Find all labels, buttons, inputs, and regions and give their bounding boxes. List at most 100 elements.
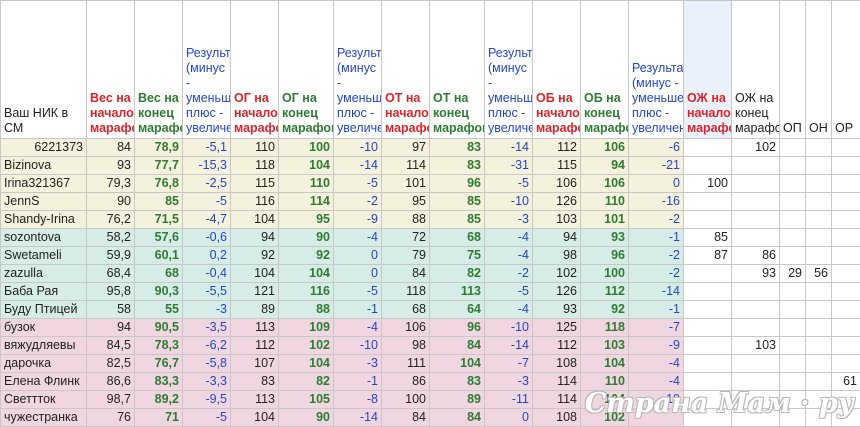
value-cell[interactable]: 95: [382, 193, 430, 211]
value-cell[interactable]: -3: [485, 211, 533, 229]
value-cell[interactable]: 55: [135, 301, 183, 319]
value-cell[interactable]: [684, 265, 732, 283]
value-cell[interactable]: [684, 319, 732, 337]
value-cell[interactable]: 104: [231, 211, 279, 229]
column-header-11[interactable]: ОБ на конец марафона: [581, 1, 629, 139]
value-cell[interactable]: [780, 283, 806, 301]
column-header-5[interactable]: ОГ на конец марафона: [279, 1, 334, 139]
value-cell[interactable]: [806, 373, 832, 391]
value-cell[interactable]: 92: [231, 247, 279, 265]
value-cell[interactable]: 92: [581, 301, 629, 319]
column-header-9[interactable]: Результат (минус - уменьшение, плюс - ув…: [485, 1, 533, 139]
value-cell[interactable]: 93: [581, 229, 629, 247]
value-cell[interactable]: 109: [279, 319, 334, 337]
value-cell[interactable]: 114: [382, 157, 430, 175]
value-cell[interactable]: -1: [629, 301, 684, 319]
value-cell[interactable]: 105: [279, 391, 334, 409]
column-header-6[interactable]: Результат (минус - уменьшение, плюс - ув…: [334, 1, 382, 139]
value-cell[interactable]: 72: [382, 229, 430, 247]
value-cell[interactable]: 98,7: [87, 391, 135, 409]
value-cell[interactable]: 56: [806, 265, 832, 283]
value-cell[interactable]: 90: [87, 193, 135, 211]
value-cell[interactable]: 79,3: [87, 175, 135, 193]
value-cell[interactable]: -3: [183, 301, 231, 319]
value-cell[interactable]: 58: [87, 301, 135, 319]
value-cell[interactable]: [684, 157, 732, 175]
value-cell[interactable]: [629, 409, 684, 427]
value-cell[interactable]: 84: [87, 139, 135, 157]
value-cell[interactable]: 110: [231, 139, 279, 157]
value-cell[interactable]: 89: [430, 391, 485, 409]
value-cell[interactable]: -7: [629, 319, 684, 337]
value-cell[interactable]: -5,5: [183, 283, 231, 301]
value-cell[interactable]: 29: [780, 265, 806, 283]
value-cell[interactable]: 84: [382, 265, 430, 283]
value-cell[interactable]: [832, 211, 860, 229]
value-cell[interactable]: 87: [684, 247, 732, 265]
value-cell[interactable]: 84: [430, 337, 485, 355]
value-cell[interactable]: 58,2: [87, 229, 135, 247]
value-cell[interactable]: 104: [279, 265, 334, 283]
value-cell[interactable]: [806, 409, 832, 427]
value-cell[interactable]: 76,2: [87, 211, 135, 229]
value-cell[interactable]: 83: [430, 373, 485, 391]
value-cell[interactable]: 68: [135, 265, 183, 283]
value-cell[interactable]: -4: [334, 319, 382, 337]
value-cell[interactable]: 126: [533, 283, 581, 301]
value-cell[interactable]: [832, 337, 860, 355]
nick-cell[interactable]: чужестранка: [1, 409, 87, 427]
value-cell[interactable]: 85: [430, 211, 485, 229]
value-cell[interactable]: 104: [279, 157, 334, 175]
value-cell[interactable]: -5: [334, 175, 382, 193]
value-cell[interactable]: 103: [732, 337, 780, 355]
value-cell[interactable]: -4: [629, 355, 684, 373]
value-cell[interactable]: 106: [382, 319, 430, 337]
value-cell[interactable]: 0: [334, 265, 382, 283]
value-cell[interactable]: -10: [334, 337, 382, 355]
value-cell[interactable]: 90,3: [135, 283, 183, 301]
value-cell[interactable]: 103: [581, 337, 629, 355]
value-cell[interactable]: [780, 355, 806, 373]
value-cell[interactable]: 82: [279, 373, 334, 391]
value-cell[interactable]: [806, 193, 832, 211]
value-cell[interactable]: 82,5: [87, 355, 135, 373]
value-cell[interactable]: [732, 229, 780, 247]
value-cell[interactable]: 61: [832, 373, 860, 391]
value-cell[interactable]: 85: [684, 229, 732, 247]
value-cell[interactable]: [806, 283, 832, 301]
value-cell[interactable]: [832, 409, 860, 427]
value-cell[interactable]: 97: [382, 139, 430, 157]
value-cell[interactable]: [684, 391, 732, 409]
value-cell[interactable]: -4: [485, 301, 533, 319]
value-cell[interactable]: 90: [279, 409, 334, 427]
value-cell[interactable]: [732, 283, 780, 301]
value-cell[interactable]: -1: [334, 373, 382, 391]
column-header-17[interactable]: ОР: [832, 1, 860, 139]
value-cell[interactable]: 114: [533, 391, 581, 409]
value-cell[interactable]: 116: [279, 283, 334, 301]
value-cell[interactable]: -7: [485, 355, 533, 373]
value-cell[interactable]: [780, 157, 806, 175]
value-cell[interactable]: 85: [430, 193, 485, 211]
value-cell[interactable]: -2: [629, 211, 684, 229]
value-cell[interactable]: [684, 337, 732, 355]
value-cell[interactable]: 121: [231, 283, 279, 301]
value-cell[interactable]: [780, 247, 806, 265]
value-cell[interactable]: 115: [231, 175, 279, 193]
column-header-1[interactable]: Вес на начало марафона: [87, 1, 135, 139]
nick-cell[interactable]: Баба Рая: [1, 283, 87, 301]
value-cell[interactable]: 102: [581, 409, 629, 427]
value-cell[interactable]: 112: [533, 139, 581, 157]
value-cell[interactable]: 98: [533, 247, 581, 265]
value-cell[interactable]: [780, 175, 806, 193]
column-header-14[interactable]: ОЖ на конец марафона: [732, 1, 780, 139]
value-cell[interactable]: -2: [629, 247, 684, 265]
value-cell[interactable]: 102: [279, 337, 334, 355]
value-cell[interactable]: 94: [581, 157, 629, 175]
value-cell[interactable]: 108: [533, 355, 581, 373]
value-cell[interactable]: 78,9: [135, 139, 183, 157]
value-cell[interactable]: -4: [629, 373, 684, 391]
value-cell[interactable]: 94: [87, 319, 135, 337]
value-cell[interactable]: 100: [581, 265, 629, 283]
value-cell[interactable]: 100: [382, 391, 430, 409]
